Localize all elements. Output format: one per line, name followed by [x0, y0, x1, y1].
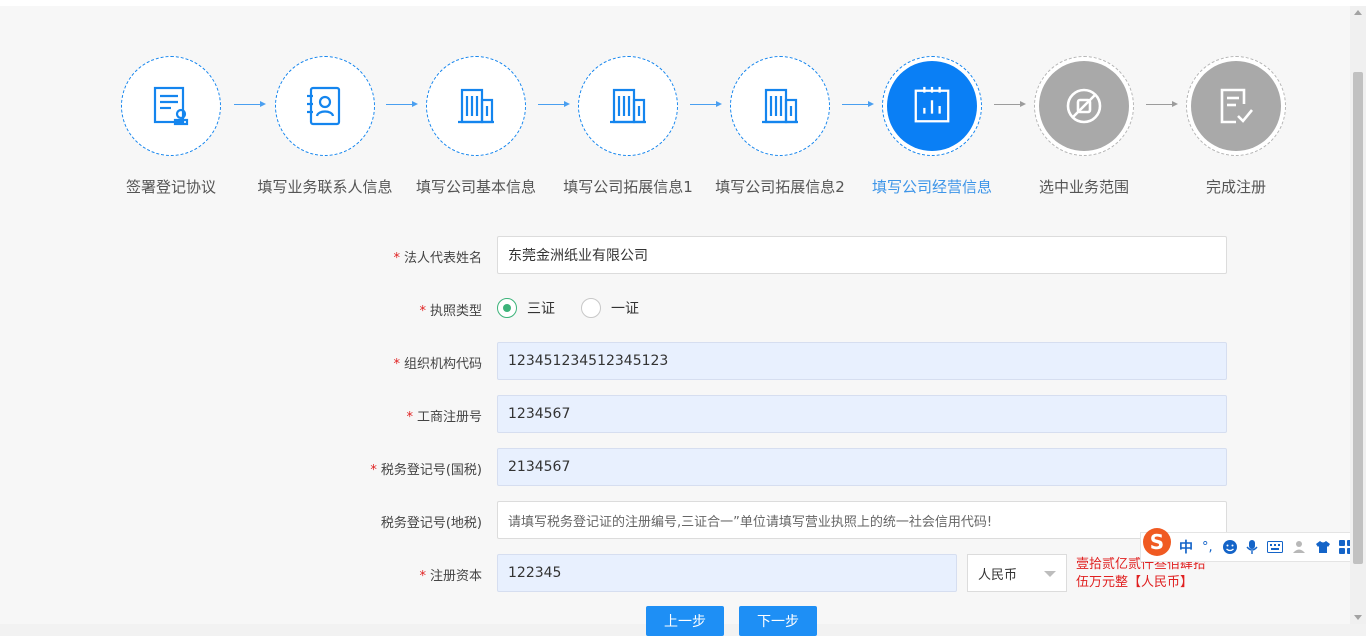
org-code-input[interactable]: 123451234512345123: [497, 342, 1227, 380]
ime-toolbar: S 中 °,: [1140, 528, 1366, 562]
tax-local-input[interactable]: 请填写税务登记证的注册编号,三证合一”单位请填写营业执照上的统一社会信用代码!: [497, 501, 1227, 539]
document-check-icon: [1220, 88, 1254, 124]
currency-select[interactable]: 人民币: [967, 554, 1067, 592]
license-type-radio-group: 三证 一证: [497, 298, 665, 318]
microphone-icon[interactable]: [1246, 539, 1258, 555]
vertical-scrollbar[interactable]: [1350, 6, 1366, 624]
step-business-info: 填写公司经营信息: [856, 56, 1008, 197]
radio-unchecked-icon[interactable]: [581, 298, 601, 318]
step-sign-agreement: 签署登记协议: [95, 56, 247, 197]
step-business-scope: 选中业务范围: [1008, 56, 1160, 197]
step-label: 填写公司拓展信息1: [563, 178, 693, 196]
building-icon: [762, 88, 798, 124]
capital-label: * 注册资本: [419, 569, 482, 584]
step-extended-info-2: 填写公司拓展信息2: [704, 56, 856, 197]
capital-input[interactable]: 122345: [497, 554, 957, 592]
step-complete: 完成注册: [1160, 56, 1312, 197]
sogou-logo-icon[interactable]: S: [1143, 528, 1171, 556]
step-basic-info: 填写公司基本信息: [400, 56, 552, 197]
tax-national-label: * 税务登记号(国税): [370, 463, 482, 478]
license-option-one[interactable]: 一证: [581, 298, 639, 318]
scrollbar-thumb[interactable]: [1353, 72, 1363, 564]
contact-book-icon: [307, 86, 341, 126]
tax-national-input[interactable]: 2134567: [497, 448, 1227, 486]
legal-rep-label: * 法人代表姓名: [393, 251, 482, 266]
chevron-down-icon: [1044, 571, 1056, 577]
chart-board-icon: [914, 86, 950, 123]
building-icon: [610, 88, 646, 124]
org-code-label: * 组织机构代码: [393, 357, 482, 372]
building-icon: [458, 88, 494, 124]
ime-punctuation-toggle[interactable]: °,: [1202, 540, 1213, 555]
license-option-three[interactable]: 三证: [497, 298, 555, 318]
license-type-label: * 执照类型: [419, 304, 482, 319]
prev-button[interactable]: 上一步: [646, 606, 724, 636]
keyboard-icon[interactable]: [1266, 541, 1283, 553]
next-button[interactable]: 下一步: [739, 606, 817, 636]
step-label: 填写公司基本信息: [415, 178, 536, 196]
step-label: 选中业务范围: [1038, 178, 1129, 196]
step-label: 填写公司拓展信息2: [715, 178, 845, 196]
step-label: 完成注册: [1205, 178, 1266, 196]
block-icon: [1066, 88, 1102, 124]
skin-shirt-icon[interactable]: [1315, 540, 1331, 554]
biz-reg-input[interactable]: 1234567: [497, 395, 1227, 433]
legal-rep-input[interactable]: 东莞金洲纸业有限公司: [497, 236, 1227, 274]
step-label: 填写公司经营信息: [871, 178, 992, 196]
tax-local-label: 税务登记号(地税): [380, 516, 482, 531]
ime-language-toggle[interactable]: 中: [1179, 537, 1193, 557]
radio-checked-icon[interactable]: [497, 298, 517, 318]
user-icon[interactable]: [1292, 540, 1306, 554]
scroll-down-arrow-icon[interactable]: [1354, 615, 1362, 620]
step-label: 填写业务联系人信息: [257, 178, 393, 196]
scroll-up-arrow-icon[interactable]: [1354, 10, 1362, 15]
emoji-icon[interactable]: [1222, 539, 1238, 555]
step-contact-info: 填写业务联系人信息: [249, 56, 401, 197]
biz-reg-label: * 工商注册号: [406, 410, 482, 425]
document-stamp-icon: [153, 86, 189, 126]
step-label: 签署登记协议: [125, 178, 216, 196]
step-extended-info-1: 填写公司拓展信息1: [552, 56, 704, 197]
